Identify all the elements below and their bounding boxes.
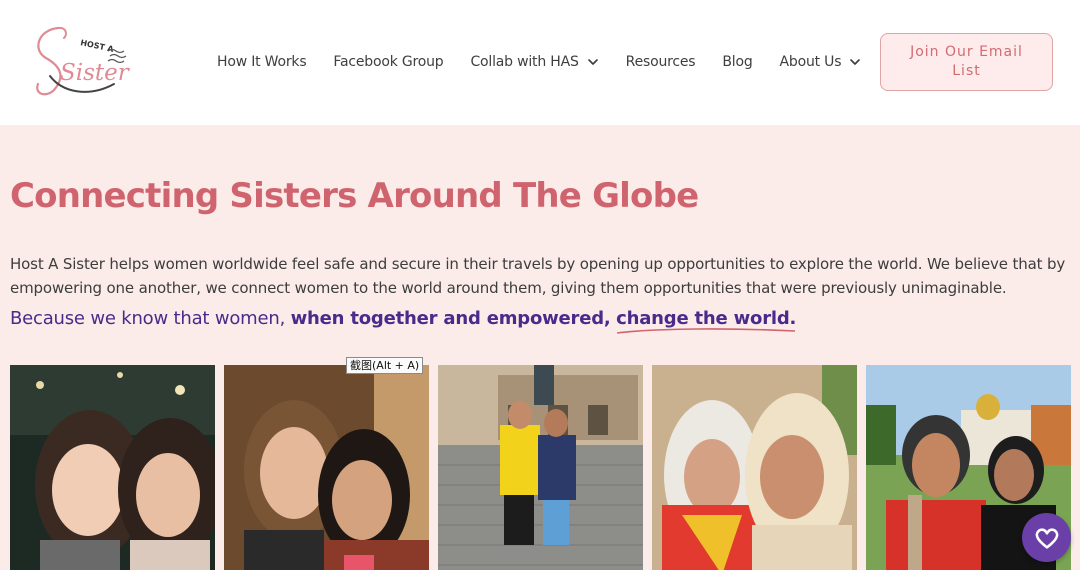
tagline-part-3-wrap: change the world. xyxy=(616,308,797,334)
nav-blog[interactable]: Blog xyxy=(722,54,752,70)
tagline-part-1: Because we know that women, xyxy=(10,308,286,329)
hero-tagline: Because we know that women, when togethe… xyxy=(10,308,797,334)
chevron-down-icon xyxy=(587,59,598,65)
hero-description: Host A Sister helps women worldwide feel… xyxy=(10,255,1066,297)
gallery-photo-4[interactable] xyxy=(652,365,857,570)
nav-label: Facebook Group xyxy=(333,54,444,70)
gallery-photo-3[interactable] xyxy=(438,365,643,570)
main-nav: How It Works Facebook Group Collab with … xyxy=(217,50,888,74)
page-title: Connecting Sisters Around The Globe xyxy=(10,176,699,216)
nav-label: How It Works xyxy=(217,54,307,70)
nav-about-us[interactable]: About Us xyxy=(780,54,862,70)
host-a-sister-logo[interactable]: Sister HOST A xyxy=(28,18,132,106)
tagline-underline xyxy=(617,328,796,334)
tagline-part-2: when together and empowered, xyxy=(290,308,611,329)
screenshot-tooltip: 截图(Alt + A) xyxy=(346,357,424,374)
nav-resources[interactable]: Resources xyxy=(626,54,696,70)
logo-script-text: Sister xyxy=(60,60,131,86)
nav-label: Collab with HAS xyxy=(470,54,579,70)
nav-label: Blog xyxy=(722,54,753,70)
favorite-button[interactable] xyxy=(1022,513,1071,562)
chevron-down-icon xyxy=(850,59,861,65)
nav-label: About Us xyxy=(779,54,842,70)
join-email-list-button[interactable]: Join Our Email List xyxy=(880,33,1053,91)
nav-facebook-group[interactable]: Facebook Group xyxy=(333,54,443,70)
nav-label: Resources xyxy=(625,54,696,70)
site-header: Sister HOST A How It Works Facebook Grou… xyxy=(0,0,1080,125)
gallery-photo-1[interactable] xyxy=(10,365,215,570)
nav-how-it-works[interactable]: How It Works xyxy=(217,54,307,70)
gallery-photo-2[interactable] xyxy=(224,365,429,570)
nav-collab-with-has[interactable]: Collab with HAS xyxy=(470,54,598,70)
tagline-part-3: change the world. xyxy=(616,308,797,329)
heart-icon xyxy=(1035,527,1058,549)
logo-top-text: HOST A xyxy=(80,38,116,54)
